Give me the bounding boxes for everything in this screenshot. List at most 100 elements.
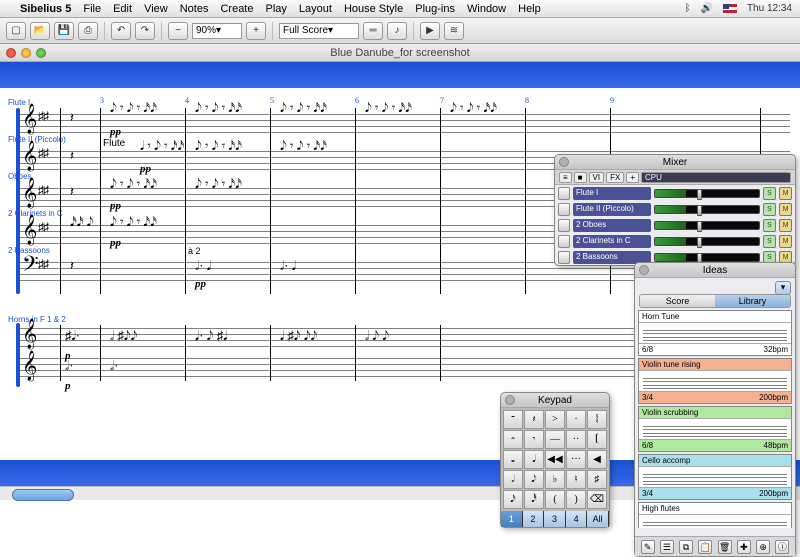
keypad-key[interactable]: 𝅝 (503, 450, 523, 469)
undo-button[interactable]: ↶ (111, 22, 131, 40)
keypad-key[interactable]: · (566, 410, 586, 429)
menu-edit[interactable]: Edit (113, 3, 132, 15)
channel-fader[interactable] (654, 253, 760, 262)
mute-button[interactable]: M (779, 219, 792, 232)
keypad-key[interactable]: 𝄾 (524, 430, 544, 449)
keypad-key[interactable]: — (545, 430, 565, 449)
keypad-key[interactable]: ♭ (545, 470, 565, 489)
channel-expand-button[interactable] (558, 203, 570, 216)
idea-item[interactable]: Horn Tune 6/832bpm (638, 310, 792, 356)
idea-capture-button[interactable]: ✎ (641, 540, 655, 554)
channel-fader[interactable] (654, 189, 760, 198)
redo-button[interactable]: ↷ (135, 22, 155, 40)
minimize-icon[interactable] (21, 48, 31, 58)
mute-button[interactable]: M (779, 187, 792, 200)
channel-name[interactable]: Flute I (573, 187, 651, 200)
keypad-key[interactable]: ♯ (587, 470, 607, 489)
clock[interactable]: Thu 12:34 (747, 3, 792, 14)
keypad-tab-all[interactable]: All (587, 511, 609, 527)
save-button[interactable]: 💾 (54, 22, 74, 40)
transpose-button[interactable]: ♪ (387, 22, 407, 40)
channel-expand-button[interactable] (558, 235, 570, 248)
channel-name[interactable]: 2 Clarinets in C (573, 235, 651, 248)
solo-button[interactable]: S (763, 219, 776, 232)
keypad-tab-1[interactable]: 1 (501, 511, 523, 527)
menu-play[interactable]: Play (266, 3, 287, 15)
open-button[interactable]: 📂 (30, 22, 50, 40)
menu-window[interactable]: Window (467, 3, 506, 15)
zoom-input[interactable]: 90% ▾ (192, 23, 242, 39)
keypad-key[interactable]: ♮ (566, 470, 586, 489)
idea-edit-button[interactable]: ☰ (660, 540, 674, 554)
channel-expand-button[interactable] (558, 251, 570, 264)
keypad-key[interactable]: > (545, 410, 565, 429)
new-button[interactable]: ▢ (6, 22, 26, 40)
keypad-tab-3[interactable]: 3 (544, 511, 566, 527)
channel-fader[interactable] (654, 221, 760, 230)
mute-button[interactable]: M (779, 235, 792, 248)
keypad-key[interactable]: 𝄻 (503, 410, 523, 429)
panorama-button[interactable]: ═ (363, 22, 383, 40)
menu-plugins[interactable]: Plug-ins (415, 3, 455, 15)
idea-paste-button[interactable]: 📋 (698, 540, 712, 554)
channel-expand-button[interactable] (558, 219, 570, 232)
solo-button[interactable]: S (763, 203, 776, 216)
keypad-key[interactable]: 𝅗𝅥 (503, 470, 523, 489)
zoom-in-button[interactable]: + (246, 22, 266, 40)
menu-file[interactable]: File (83, 3, 101, 15)
keypad-key[interactable]: ◀◀ (545, 450, 565, 469)
bluetooth-icon[interactable]: ᛒ (685, 3, 691, 14)
idea-item[interactable]: Violin tune rising 3/4200bpm (638, 358, 792, 404)
solo-button[interactable]: S (763, 187, 776, 200)
close-icon[interactable] (505, 395, 515, 405)
idea-item[interactable]: Violin scrubbing 6/848bpm (638, 406, 792, 452)
mixer-vi-button[interactable]: VI (589, 172, 605, 183)
channel-name[interactable]: 2 Oboes (573, 219, 651, 232)
idea-add-button[interactable]: ✚ (737, 540, 751, 554)
menu-help[interactable]: Help (518, 3, 541, 15)
channel-expand-button[interactable] (558, 187, 570, 200)
input-flag-icon[interactable] (723, 4, 737, 13)
menu-view[interactable]: View (144, 3, 168, 15)
print-button[interactable]: ⎙ (78, 22, 98, 40)
idea-info-button[interactable]: ⓘ (775, 540, 789, 554)
keypad-tab-2[interactable]: 2 (523, 511, 545, 527)
keypad-key[interactable]: ··· (566, 450, 586, 469)
keypad-key[interactable]: 𝄕 (587, 430, 607, 449)
keypad-key[interactable]: 𝄼 (503, 430, 523, 449)
keypad-tab-4[interactable]: 4 (566, 511, 588, 527)
idea-item[interactable]: Cello accomp 3/4200bpm (638, 454, 792, 500)
mixer-view-button[interactable]: ≡ (559, 172, 572, 183)
menu-house-style[interactable]: House Style (344, 3, 403, 15)
zoom-icon[interactable] (36, 48, 46, 58)
keypad-key[interactable]: ◀ (587, 450, 607, 469)
menu-layout[interactable]: Layout (299, 3, 332, 15)
flexi-button[interactable]: ≋ (444, 22, 464, 40)
channel-fader[interactable] (654, 205, 760, 214)
mixer-titlebar[interactable]: Mixer (555, 155, 795, 170)
idea-item[interactable]: High flutes (638, 502, 792, 528)
keypad-key[interactable]: 𝄔 (587, 410, 607, 429)
idea-delete-button[interactable]: 🗑 (718, 540, 732, 554)
solo-button[interactable]: S (763, 235, 776, 248)
app-name[interactable]: Sibelius 5 (20, 3, 71, 15)
keypad-key[interactable]: 𝅘𝅥𝅮 (524, 470, 544, 489)
tab-score[interactable]: Score (640, 295, 715, 307)
menu-create[interactable]: Create (220, 3, 253, 15)
mixer-add-button[interactable]: + (626, 172, 639, 183)
close-icon[interactable] (6, 48, 16, 58)
mixer-stop-button[interactable]: ■ (574, 172, 587, 183)
idea-addlib-button[interactable]: ⊕ (756, 540, 770, 554)
play-button[interactable]: ▶ (420, 22, 440, 40)
close-icon[interactable] (559, 157, 569, 167)
close-icon[interactable] (639, 265, 649, 275)
volume-icon[interactable]: 🔊 (701, 3, 713, 14)
mute-button[interactable]: M (779, 203, 792, 216)
zoom-out-button[interactable]: − (168, 22, 188, 40)
keypad-key[interactable]: ·· (566, 430, 586, 449)
score-selector[interactable]: Full Score ▾ (279, 23, 359, 39)
menu-notes[interactable]: Notes (180, 3, 209, 15)
tab-library[interactable]: Library (715, 295, 790, 307)
keypad-titlebar[interactable]: Keypad (501, 393, 609, 408)
mixer-fx-button[interactable]: FX (606, 172, 624, 183)
